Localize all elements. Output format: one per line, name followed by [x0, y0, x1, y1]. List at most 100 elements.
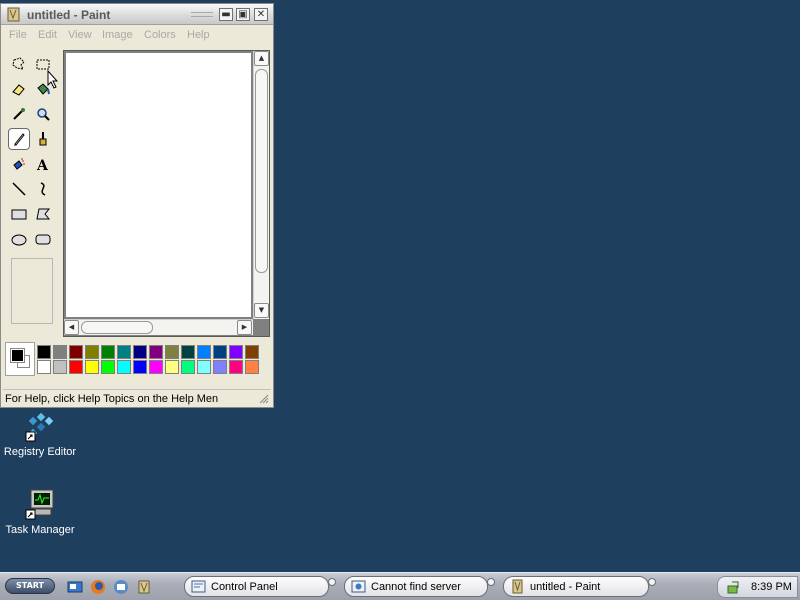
- pencil-icon[interactable]: [8, 128, 30, 150]
- brush-icon[interactable]: [32, 128, 54, 150]
- line-icon[interactable]: [8, 178, 30, 200]
- ellipse-icon[interactable]: [8, 228, 30, 250]
- palette-swatch[interactable]: [69, 345, 83, 359]
- network-icon[interactable]: [726, 580, 741, 595]
- firefox-icon[interactable]: [90, 579, 106, 595]
- curve-icon[interactable]: [32, 178, 54, 200]
- magnifier-icon[interactable]: [32, 103, 54, 125]
- palette-swatch[interactable]: [229, 345, 243, 359]
- free-form-select-icon[interactable]: [8, 53, 30, 75]
- desktop-icon-task-manager[interactable]: Task Manager: [0, 488, 80, 536]
- task-menu-dot: [648, 578, 656, 586]
- palette-swatch[interactable]: [197, 345, 211, 359]
- palette-swatch[interactable]: [85, 360, 99, 374]
- menu-view[interactable]: View: [68, 29, 92, 41]
- airbrush-icon[interactable]: [8, 153, 30, 175]
- resize-grip-icon[interactable]: [259, 394, 269, 404]
- palette-swatch[interactable]: [213, 360, 227, 374]
- desktop-icon-label: Registry Editor: [3, 446, 77, 458]
- canvas-frame: ▲ ▼ ◀ ▶: [63, 50, 270, 337]
- desktop-icon-label: Task Manager: [5, 524, 75, 536]
- palette-swatch[interactable]: [149, 360, 163, 374]
- palette-swatch[interactable]: [37, 360, 51, 374]
- menu-colors[interactable]: Colors: [144, 29, 176, 41]
- mail-icon[interactable]: [113, 579, 129, 595]
- scroll-right-button[interactable]: ▶: [237, 320, 252, 335]
- palette-swatch[interactable]: [133, 345, 147, 359]
- paint-quicklaunch-icon[interactable]: [136, 579, 152, 595]
- horizontal-scroll-thumb[interactable]: [81, 321, 153, 334]
- menu-help[interactable]: Help: [187, 29, 210, 41]
- horizontal-scrollbar[interactable]: ◀ ▶: [64, 319, 253, 335]
- task-menu-dot: [487, 578, 495, 586]
- taskbar: START Control Panel Cannot find server u…: [0, 572, 800, 600]
- palette-swatch[interactable]: [53, 360, 67, 374]
- eraser-icon[interactable]: [8, 78, 30, 100]
- palette-swatch[interactable]: [69, 360, 83, 374]
- palette-swatch[interactable]: [245, 360, 259, 374]
- scroll-left-button[interactable]: ◀: [64, 320, 79, 335]
- palette-swatch[interactable]: [181, 345, 195, 359]
- foreground-color: [10, 348, 25, 363]
- close-button[interactable]: ✕: [254, 8, 268, 21]
- task-untitled-paint[interactable]: untitled - Paint: [503, 576, 656, 597]
- control-panel-icon: [191, 580, 206, 593]
- menu-image[interactable]: Image: [102, 29, 133, 41]
- rectangle-icon[interactable]: [8, 203, 30, 225]
- menu-edit[interactable]: Edit: [38, 29, 57, 41]
- vertical-scroll-thumb[interactable]: [255, 69, 268, 273]
- vertical-scrollbar[interactable]: ▲ ▼: [253, 51, 269, 319]
- palette-swatch[interactable]: [245, 345, 259, 359]
- task-cannot-find-server[interactable]: Cannot find server: [344, 576, 495, 597]
- rounded-rectangle-icon[interactable]: [32, 228, 54, 250]
- menu-file[interactable]: File: [9, 29, 27, 41]
- scroll-up-button[interactable]: ▲: [254, 51, 269, 66]
- palette-swatch[interactable]: [165, 360, 179, 374]
- palette-swatch[interactable]: [101, 345, 115, 359]
- palette-swatch[interactable]: [117, 360, 131, 374]
- palette-swatch[interactable]: [133, 360, 147, 374]
- palette-swatch[interactable]: [37, 345, 51, 359]
- task-label: untitled - Paint: [530, 581, 601, 593]
- mouse-cursor-icon: [47, 70, 59, 89]
- palette-swatch[interactable]: [101, 360, 115, 374]
- polygon-icon[interactable]: [32, 203, 54, 225]
- toolbox: A: [5, 50, 61, 330]
- palette-swatch[interactable]: [149, 345, 163, 359]
- task-label: Control Panel: [211, 581, 278, 593]
- task-menu-dot: [328, 578, 336, 586]
- color-palette: [5, 342, 271, 378]
- palette-swatch[interactable]: [213, 345, 227, 359]
- title-bar[interactable]: untitled - Paint ▬ ▣ ✕: [1, 4, 273, 25]
- palette-swatch[interactable]: [165, 345, 179, 359]
- palette-swatch[interactable]: [85, 345, 99, 359]
- tool-options-box[interactable]: [11, 258, 53, 324]
- scroll-down-button[interactable]: ▼: [254, 303, 269, 318]
- text-icon[interactable]: A: [32, 153, 54, 175]
- system-tray: 8:39 PM: [717, 576, 798, 598]
- palette-swatch[interactable]: [53, 345, 67, 359]
- minimize-button[interactable]: ▬: [219, 8, 233, 21]
- title-grip: [191, 12, 213, 17]
- browser-icon: [351, 580, 366, 593]
- task-manager-icon: [25, 489, 54, 520]
- maximize-button[interactable]: ▣: [236, 8, 250, 21]
- desktop-icon-registry-editor[interactable]: Registry Editor: [0, 410, 80, 458]
- palette-swatch[interactable]: [181, 360, 195, 374]
- pick-color-icon[interactable]: [8, 103, 30, 125]
- current-colors-box[interactable]: [5, 342, 35, 376]
- paint-app-icon: [7, 7, 20, 22]
- palette-swatch[interactable]: [229, 360, 243, 374]
- status-bar: For Help, click Help Topics on the Help …: [3, 389, 271, 407]
- start-button[interactable]: START: [5, 578, 55, 594]
- status-text: For Help, click Help Topics on the Help …: [5, 393, 219, 405]
- window-title: untitled - Paint: [27, 8, 111, 22]
- registry-editor-icon: [25, 412, 54, 442]
- palette-swatch[interactable]: [197, 360, 211, 374]
- palette-swatch[interactable]: [117, 345, 131, 359]
- task-label: Cannot find server: [371, 581, 461, 593]
- drawing-canvas[interactable]: [66, 53, 251, 317]
- task-control-panel[interactable]: Control Panel: [184, 576, 336, 597]
- show-desktop-icon[interactable]: [67, 579, 83, 595]
- clock: 8:39 PM: [751, 581, 792, 593]
